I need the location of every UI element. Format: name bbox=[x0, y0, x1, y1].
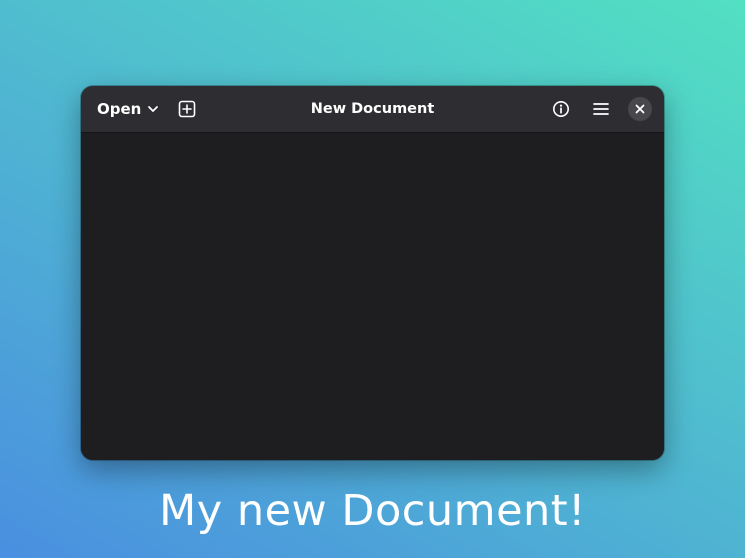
caption-text: My new Document! bbox=[159, 486, 586, 536]
open-button-label: Open bbox=[97, 100, 142, 118]
tab-new-icon bbox=[178, 100, 196, 118]
window-title: New Document bbox=[310, 101, 435, 117]
close-button[interactable] bbox=[628, 97, 652, 121]
document-content-area[interactable] bbox=[81, 133, 664, 460]
new-tab-button[interactable] bbox=[172, 94, 202, 124]
info-button[interactable] bbox=[546, 94, 576, 124]
app-window: Open New Document bbox=[81, 86, 664, 460]
close-icon bbox=[635, 104, 645, 114]
headerbar: Open New Document bbox=[81, 86, 664, 133]
hamburger-menu-icon bbox=[593, 102, 609, 116]
chevron-down-icon bbox=[147, 103, 159, 115]
info-icon bbox=[552, 100, 570, 118]
open-button[interactable]: Open bbox=[89, 94, 167, 124]
main-menu-button[interactable] bbox=[586, 94, 616, 124]
